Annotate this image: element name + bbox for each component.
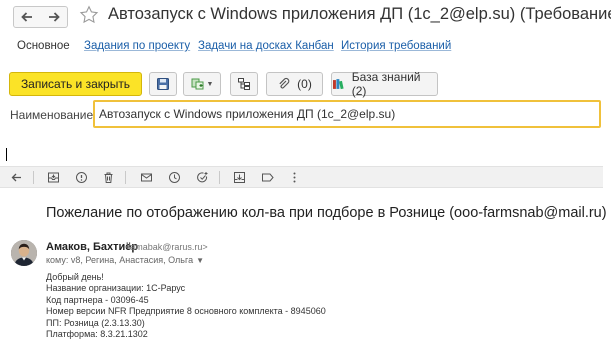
mail-body-line: Код партнера - 03096-45 [46, 294, 149, 305]
sender-email: <amabak@rarus.ru> [125, 242, 208, 252]
tab-kanban-tasks[interactable]: Задачи на досках Канбан [198, 40, 334, 52]
create-based-on-icon [191, 78, 204, 90]
mail-body-line: Добрый день! [46, 272, 104, 282]
toolbar-divider [219, 171, 220, 184]
more-vertical-icon[interactable] [288, 171, 301, 184]
recipients-line[interactable]: кому: v8, Регина, Анастасия, Ольга ▼ [46, 255, 204, 265]
form-toolbar: Записать и закрыть ▼ (0) База знаний (2) [0, 70, 611, 98]
tab-requirements-history[interactable]: История требований [341, 40, 451, 52]
create-based-on-button[interactable]: ▼ [183, 72, 221, 96]
save-and-close-label: Записать и закрыть [20, 77, 131, 91]
toolbar-divider [33, 171, 34, 184]
attachments-count: (0) [297, 77, 312, 91]
label-icon[interactable] [261, 171, 274, 184]
mail-body-line: Платформа: 8.3.21.1302 [46, 329, 148, 340]
document-title: Автозапуск с Windows приложения ДП (1с_2… [108, 5, 611, 23]
archive-icon[interactable] [47, 171, 60, 184]
mail-body-line: ПП: Розница (2.3.13.30) [46, 317, 145, 328]
recipients-text: кому: v8, Регина, Анастасия, Ольга [46, 255, 194, 265]
chevron-down-icon[interactable]: ▼ [196, 256, 204, 265]
text-cursor [6, 148, 7, 161]
info-icon[interactable] [75, 171, 88, 184]
attachments-button[interactable]: (0) [266, 72, 323, 96]
mail-body: Добрый день! Название организации: 1С-Ра… [46, 272, 326, 340]
save-button[interactable] [149, 72, 177, 96]
arrow-left-icon [21, 12, 32, 22]
books-icon [332, 79, 344, 90]
forward-button[interactable] [40, 6, 68, 28]
avatar [11, 240, 37, 266]
mail-body-line: Номер версии NFR Предприятие 8 основного… [46, 306, 326, 317]
save-and-close-button[interactable]: Записать и закрыть [9, 72, 142, 96]
mail-toolbar [0, 166, 603, 188]
tab-project-tasks[interactable]: Задания по проекту [84, 40, 190, 52]
structure-button[interactable] [230, 72, 258, 96]
move-to-icon[interactable] [233, 171, 246, 184]
envelope-icon[interactable] [140, 171, 153, 184]
back-button[interactable] [13, 6, 41, 28]
mail-body-line: Название организации: 1С-Рарус [46, 283, 186, 294]
clock-icon[interactable] [168, 171, 181, 184]
knowledge-base-button[interactable]: База знаний (2) [331, 70, 438, 98]
add-task-icon[interactable] [196, 171, 209, 184]
form-tabs: Основное Задания по проекту Задачи на до… [0, 36, 611, 60]
structure-icon [238, 78, 250, 90]
name-input[interactable] [93, 100, 601, 128]
star-icon[interactable] [79, 5, 99, 25]
arrow-right-icon [48, 12, 60, 22]
mail-subject: Пожелание по отображению кол-ва при подб… [46, 205, 607, 221]
name-field-label: Наименование: [10, 108, 97, 122]
toolbar-divider [125, 171, 126, 184]
save-icon [157, 78, 169, 90]
window-title-bar: Автозапуск с Windows приложения ДП (1с_2… [0, 0, 611, 36]
paperclip-icon [279, 77, 290, 89]
knowledge-base-label: База знаний (2) [351, 70, 421, 98]
trash-icon[interactable] [102, 171, 115, 184]
dropdown-arrow-icon: ▼ [206, 80, 214, 88]
tab-main[interactable]: Основное [17, 40, 70, 52]
arrow-left-icon[interactable] [10, 171, 23, 184]
